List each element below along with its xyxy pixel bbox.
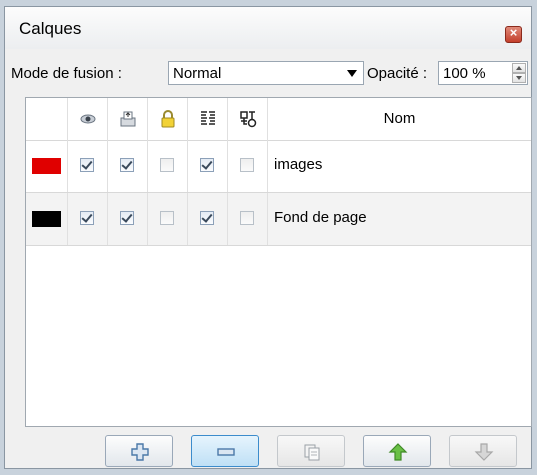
wrap-checkbox[interactable] [200,158,214,172]
lock-icon [161,110,175,128]
header-visible[interactable] [68,98,108,140]
table-row[interactable]: Fond de page [26,193,531,246]
remove-layer-button[interactable] [191,435,259,467]
wrap-checkbox[interactable] [200,211,214,225]
color-cell [26,193,68,245]
text-wrap-icon [201,111,215,125]
printable-cell [108,140,148,192]
header-name[interactable]: Nom [268,98,531,140]
close-icon: × [509,25,518,40]
locked-checkbox[interactable] [160,158,174,172]
arrow-down-icon [474,443,494,461]
name-cell: Fond de page [268,193,531,245]
stepper-up-icon[interactable] [512,63,526,73]
layers-table: Nom images Fond de page [25,97,532,427]
opacity-value: 100 % [443,65,486,82]
locked-checkbox[interactable] [160,211,174,225]
blend-mode-select[interactable]: Normal [168,61,364,85]
locked-cell [148,193,188,245]
visible-cell [68,193,108,245]
layer-color-swatch[interactable] [32,158,61,174]
header-locked[interactable] [148,98,188,140]
linked-checkbox[interactable] [240,158,254,172]
wrap-cell [188,140,228,192]
linked-cell [228,140,268,192]
layer-color-swatch[interactable] [32,211,61,227]
layer-name[interactable]: Fond de page [274,209,367,226]
minus-icon [217,448,235,456]
duplicate-layer-button[interactable] [277,435,345,467]
chevron-down-icon [347,70,357,77]
header-printable[interactable] [108,98,148,140]
panel-title: Calques [19,19,82,38]
duplicate-icon [304,444,320,461]
wrap-cell [188,193,228,245]
name-column-label: Nom [383,110,416,127]
layers-panel: Calques × Mode de fusion : Normal Opacit… [4,6,532,469]
color-cell [26,140,68,192]
blend-mode-label: Mode de fusion : [11,65,122,82]
linked-cell [228,193,268,245]
header-wrap[interactable] [188,98,228,140]
move-layer-up-button[interactable] [363,435,431,467]
print-icon [120,111,136,127]
visible-cell [68,140,108,192]
link-icon [240,111,257,128]
table-row[interactable]: images [26,140,531,193]
arrow-up-icon [388,443,408,461]
table-header: Nom [26,98,531,141]
visible-checkbox[interactable] [80,158,94,172]
layer-name[interactable]: images [274,156,322,173]
printable-checkbox[interactable] [120,211,134,225]
linked-checkbox[interactable] [240,211,254,225]
header-linked[interactable] [228,98,268,140]
close-button[interactable]: × [505,25,522,43]
locked-cell [148,140,188,192]
eye-icon [80,114,96,124]
printable-cell [108,193,148,245]
plus-icon [131,443,149,461]
opacity-stepper[interactable] [512,63,526,83]
stepper-down-icon[interactable] [512,73,526,83]
header-color [26,98,68,140]
opacity-spinbox[interactable]: 100 % [438,61,528,85]
title-bar: Calques × [5,7,531,49]
add-layer-button[interactable] [105,435,173,467]
opacity-label: Opacité : [367,65,428,82]
name-cell: images [268,140,531,192]
move-layer-down-button[interactable] [449,435,517,467]
blend-mode-value: Normal [173,65,222,82]
visible-checkbox[interactable] [80,211,94,225]
printable-checkbox[interactable] [120,158,134,172]
blend-toolbar: Mode de fusion : Normal Opacité : 100 % [5,59,531,89]
